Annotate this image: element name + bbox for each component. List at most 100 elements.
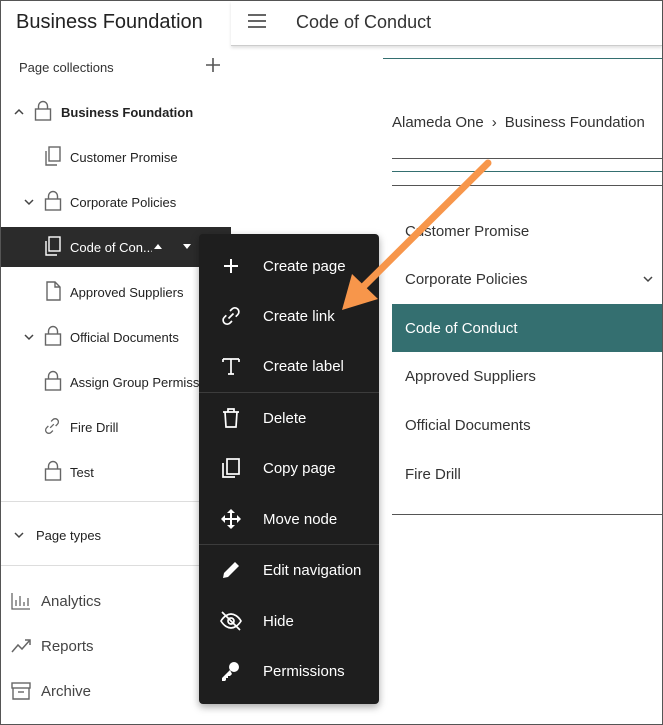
preview-nav-label: Code of Conduct bbox=[405, 319, 518, 337]
move-icon bbox=[221, 509, 241, 529]
sidebar-divider bbox=[1, 501, 231, 502]
tree-item-label: Fire Drill bbox=[70, 419, 119, 435]
menu-separator bbox=[199, 544, 379, 545]
archive-icon bbox=[11, 682, 31, 700]
menu-item-permissions[interactable]: Permissions bbox=[199, 648, 379, 694]
tree-item-assign-group-permissions[interactable]: Assign Group Permissions bbox=[1, 362, 231, 402]
menu-item-label: Create link bbox=[263, 307, 335, 325]
page-types-toggle[interactable]: Page types bbox=[1, 515, 231, 555]
tree-item-label: Customer Promise bbox=[70, 149, 178, 165]
tree-item-test[interactable]: Test bbox=[1, 452, 231, 492]
top-bar: Code of Conduct bbox=[231, 1, 662, 46]
tree-item-label: Corporate Policies bbox=[70, 194, 177, 210]
chevron-down-icon[interactable] bbox=[13, 529, 25, 541]
preview-divider bbox=[392, 514, 662, 515]
page-title: Code of Conduct bbox=[296, 12, 432, 32]
plus-icon[interactable] bbox=[204, 56, 222, 74]
tree-item-label: Test bbox=[70, 464, 94, 480]
menu-item-label: Move node bbox=[263, 510, 338, 528]
sidebar-divider bbox=[1, 565, 231, 566]
preview-nav-label: Official Documents bbox=[405, 416, 531, 434]
preview-nav-label: Customer Promise bbox=[405, 222, 530, 240]
menu-item-edit-navigation[interactable]: Edit navigation bbox=[199, 547, 379, 593]
key-icon bbox=[222, 662, 239, 681]
nav-reports[interactable]: Reports bbox=[10, 631, 94, 661]
breadcrumb-item[interactable]: Business Foundation bbox=[505, 114, 645, 131]
lock-icon bbox=[44, 460, 62, 481]
nav-analytics[interactable]: Analytics bbox=[10, 586, 101, 616]
nav-label: Archive bbox=[41, 682, 92, 700]
menu-item-create-page[interactable]: Create page bbox=[199, 243, 379, 289]
breadcrumb-item[interactable]: Alameda One bbox=[392, 114, 484, 131]
tree-item-official-documents[interactable]: Official Documents bbox=[1, 317, 231, 357]
move-up-icon[interactable] bbox=[153, 241, 163, 251]
copy-page-icon bbox=[45, 236, 61, 256]
preview-accent-line bbox=[383, 58, 662, 59]
preview-nav-corporate-policies[interactable]: Corporate Policies bbox=[392, 255, 662, 303]
tree-item-label: Business Foundation bbox=[61, 104, 194, 120]
menu-item-label: Permissions bbox=[263, 662, 345, 680]
tree-item-label: Code of Con... bbox=[70, 239, 152, 255]
tree-item-label: Assign Group Permissions bbox=[70, 374, 199, 390]
hamburger-icon[interactable] bbox=[248, 14, 266, 28]
menu-item-delete[interactable]: Delete bbox=[199, 395, 379, 441]
menu-item-label: Edit navigation bbox=[263, 561, 362, 579]
nav-archive[interactable]: Archive bbox=[10, 676, 91, 706]
menu-item-label: Create label bbox=[263, 357, 344, 375]
plus-icon bbox=[224, 259, 238, 273]
menu-separator bbox=[199, 392, 379, 393]
menu-item-move-node[interactable]: Move node bbox=[199, 496, 379, 542]
chevron-down-icon[interactable] bbox=[23, 331, 35, 343]
tree-item-code-of-conduct[interactable]: Code of Con... bbox=[1, 227, 231, 267]
trend-icon bbox=[11, 639, 31, 653]
tree-item-customer-promise[interactable]: Customer Promise bbox=[1, 137, 231, 177]
preview-nav-code-of-conduct[interactable]: Code of Conduct bbox=[392, 304, 662, 352]
trash-icon bbox=[223, 408, 239, 428]
tree-item-fire-drill[interactable]: Fire Drill bbox=[1, 407, 231, 447]
tree-item-label: Approved Suppliers bbox=[70, 284, 184, 300]
menu-item-label: Hide bbox=[263, 612, 294, 630]
preview-nav-label: Approved Suppliers bbox=[405, 367, 536, 385]
page-types-label: Page types bbox=[36, 527, 102, 543]
preview-nav-approved-suppliers[interactable]: Approved Suppliers bbox=[392, 352, 662, 400]
menu-item-label: Delete bbox=[263, 409, 307, 427]
eye-off-icon bbox=[220, 611, 242, 631]
preview-nav-customer-promise[interactable]: Customer Promise bbox=[392, 207, 662, 255]
pencil-icon bbox=[223, 562, 239, 578]
lock-icon bbox=[44, 190, 62, 211]
link-icon bbox=[222, 306, 240, 326]
page-collections-label: Page collections bbox=[19, 60, 114, 75]
preview-nav-official-documents[interactable]: Official Documents bbox=[392, 401, 662, 449]
chevron-down-icon[interactable] bbox=[642, 273, 654, 285]
nav-label: Analytics bbox=[41, 592, 102, 610]
tree-item-label: Official Documents bbox=[70, 329, 179, 345]
lock-icon bbox=[34, 100, 52, 121]
menu-item-create-link[interactable]: Create link bbox=[199, 293, 379, 339]
tree-item-approved-suppliers[interactable]: Approved Suppliers bbox=[1, 272, 231, 312]
analytics-icon bbox=[11, 593, 30, 610]
menu-item-hide[interactable]: Hide bbox=[199, 598, 379, 644]
text-icon bbox=[222, 358, 240, 375]
nav-label: Reports bbox=[41, 637, 94, 655]
chevron-up-icon[interactable] bbox=[13, 106, 25, 118]
context-menu: Create page Create link Create label Del… bbox=[199, 234, 379, 704]
preview-accent-line bbox=[392, 171, 662, 172]
breadcrumb: Alameda One › Business Foundation bbox=[392, 114, 645, 131]
chevron-down-icon[interactable] bbox=[23, 196, 35, 208]
preview-nav-fire-drill[interactable]: Fire Drill bbox=[392, 450, 662, 498]
preview-nav-label: Fire Drill bbox=[405, 465, 461, 483]
breadcrumb-separator: › bbox=[491, 114, 497, 131]
tree-item-business-foundation[interactable]: Business Foundation bbox=[1, 92, 231, 132]
preview-divider bbox=[392, 158, 662, 159]
lock-icon bbox=[44, 325, 62, 346]
move-down-icon[interactable] bbox=[182, 242, 192, 252]
tree-item-corporate-policies[interactable]: Corporate Policies bbox=[1, 182, 231, 222]
menu-item-copy-page[interactable]: Copy page bbox=[199, 445, 379, 491]
menu-item-label: Copy page bbox=[263, 459, 336, 477]
page-icon bbox=[46, 281, 61, 301]
menu-item-label: Create page bbox=[263, 257, 346, 275]
menu-item-create-label[interactable]: Create label bbox=[199, 343, 379, 389]
copy-page-icon bbox=[45, 146, 61, 166]
app-title: Business Foundation bbox=[16, 11, 203, 33]
link-icon bbox=[44, 418, 60, 434]
